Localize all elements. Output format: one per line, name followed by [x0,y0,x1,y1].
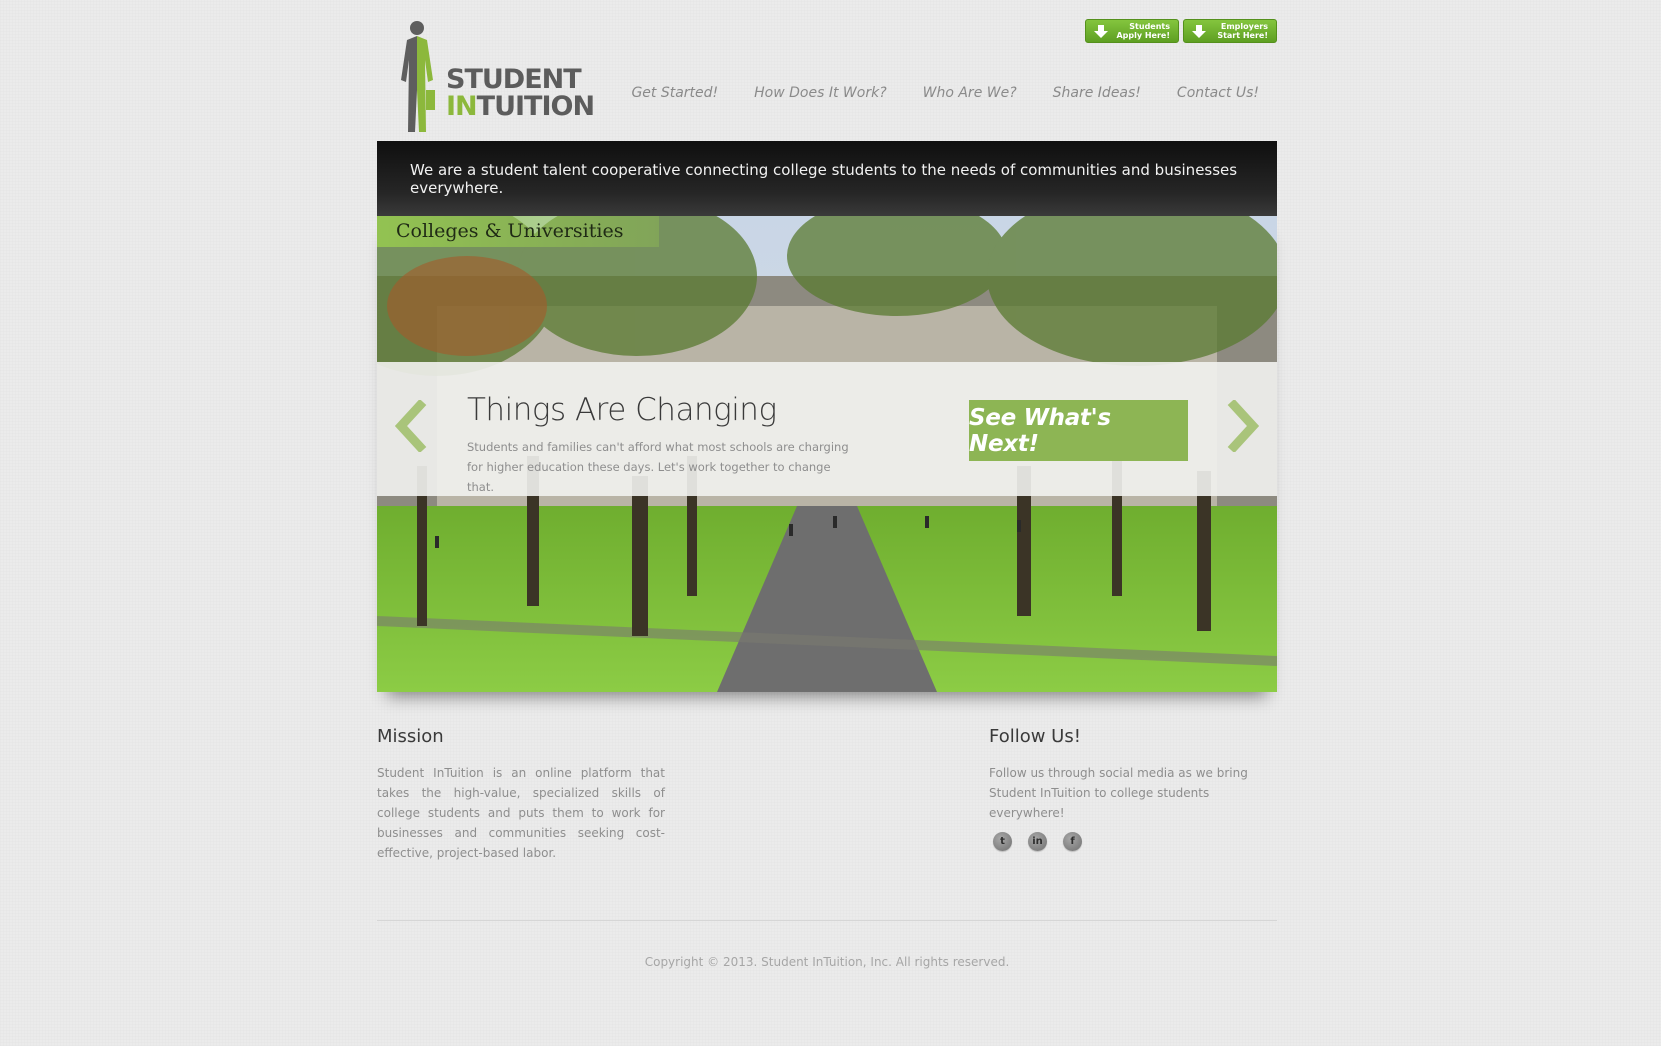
download-arrow-icon [1094,25,1108,38]
footer-divider [377,920,1277,921]
twitter-icon[interactable]: t [993,832,1012,851]
linkedin-icon[interactable]: in [1028,832,1047,851]
see-whats-next-button[interactable]: See What's Next! [969,400,1188,461]
main-nav: Get Started! How Does It Work? Who Are W… [631,85,1259,101]
logo-wordmark: STUDENT INTUITION [446,64,595,122]
nav-who-are-we[interactable]: Who Are We? [923,85,1017,101]
chevron-left-icon[interactable] [395,400,429,452]
hero-description: Students and families can't afford what … [467,440,849,494]
hero-caption-panel: Things Are Changing Students and familie… [377,362,1277,496]
nav-share-ideas[interactable]: Share Ideas! [1053,85,1141,101]
students-apply-button[interactable]: Students Apply Here! [1085,19,1179,43]
chevron-right-icon[interactable] [1225,400,1259,452]
cta-group: Students Apply Here! Employers Start Her… [1085,19,1277,43]
logo-line-1: STUDENT [446,64,582,95]
follow-text: Follow us through social media as we bri… [989,766,1248,820]
site-logo[interactable]: STUDENT INTUITION [393,20,603,135]
hero-slider: Colleges & Universities Things Are Chang… [377,216,1277,692]
hero-title: Things Are Changing [467,392,777,428]
hero-category-label: Colleges & Universities [377,216,659,247]
download-arrow-icon [1192,25,1206,38]
logo-highlight: IN [446,91,478,122]
nav-how-it-works[interactable]: How Does It Work? [754,85,886,101]
tagline-bar: We are a student talent cooperative conn… [377,141,1277,216]
mission-text: Student InTuition is an online platform … [377,766,665,860]
nav-get-started[interactable]: Get Started! [631,85,718,101]
logo-line-2: INTUITION [446,91,595,122]
copyright: Copyright © 2013. Student InTuition, Inc… [644,955,1010,969]
follow-heading: Follow Us! [989,726,1081,747]
nav-contact-us[interactable]: Contact Us! [1177,85,1259,101]
mission-heading: Mission [377,726,444,747]
employers-start-button[interactable]: Employers Start Here! [1183,19,1277,43]
facebook-icon[interactable]: f [1063,832,1082,851]
page-container: STUDENT INTUITION Students Apply Here! E… [377,0,1277,1046]
logo-rest: TUITION [476,91,595,122]
student-silhouette-icon [401,21,435,132]
social-links: t in f [993,832,1082,851]
